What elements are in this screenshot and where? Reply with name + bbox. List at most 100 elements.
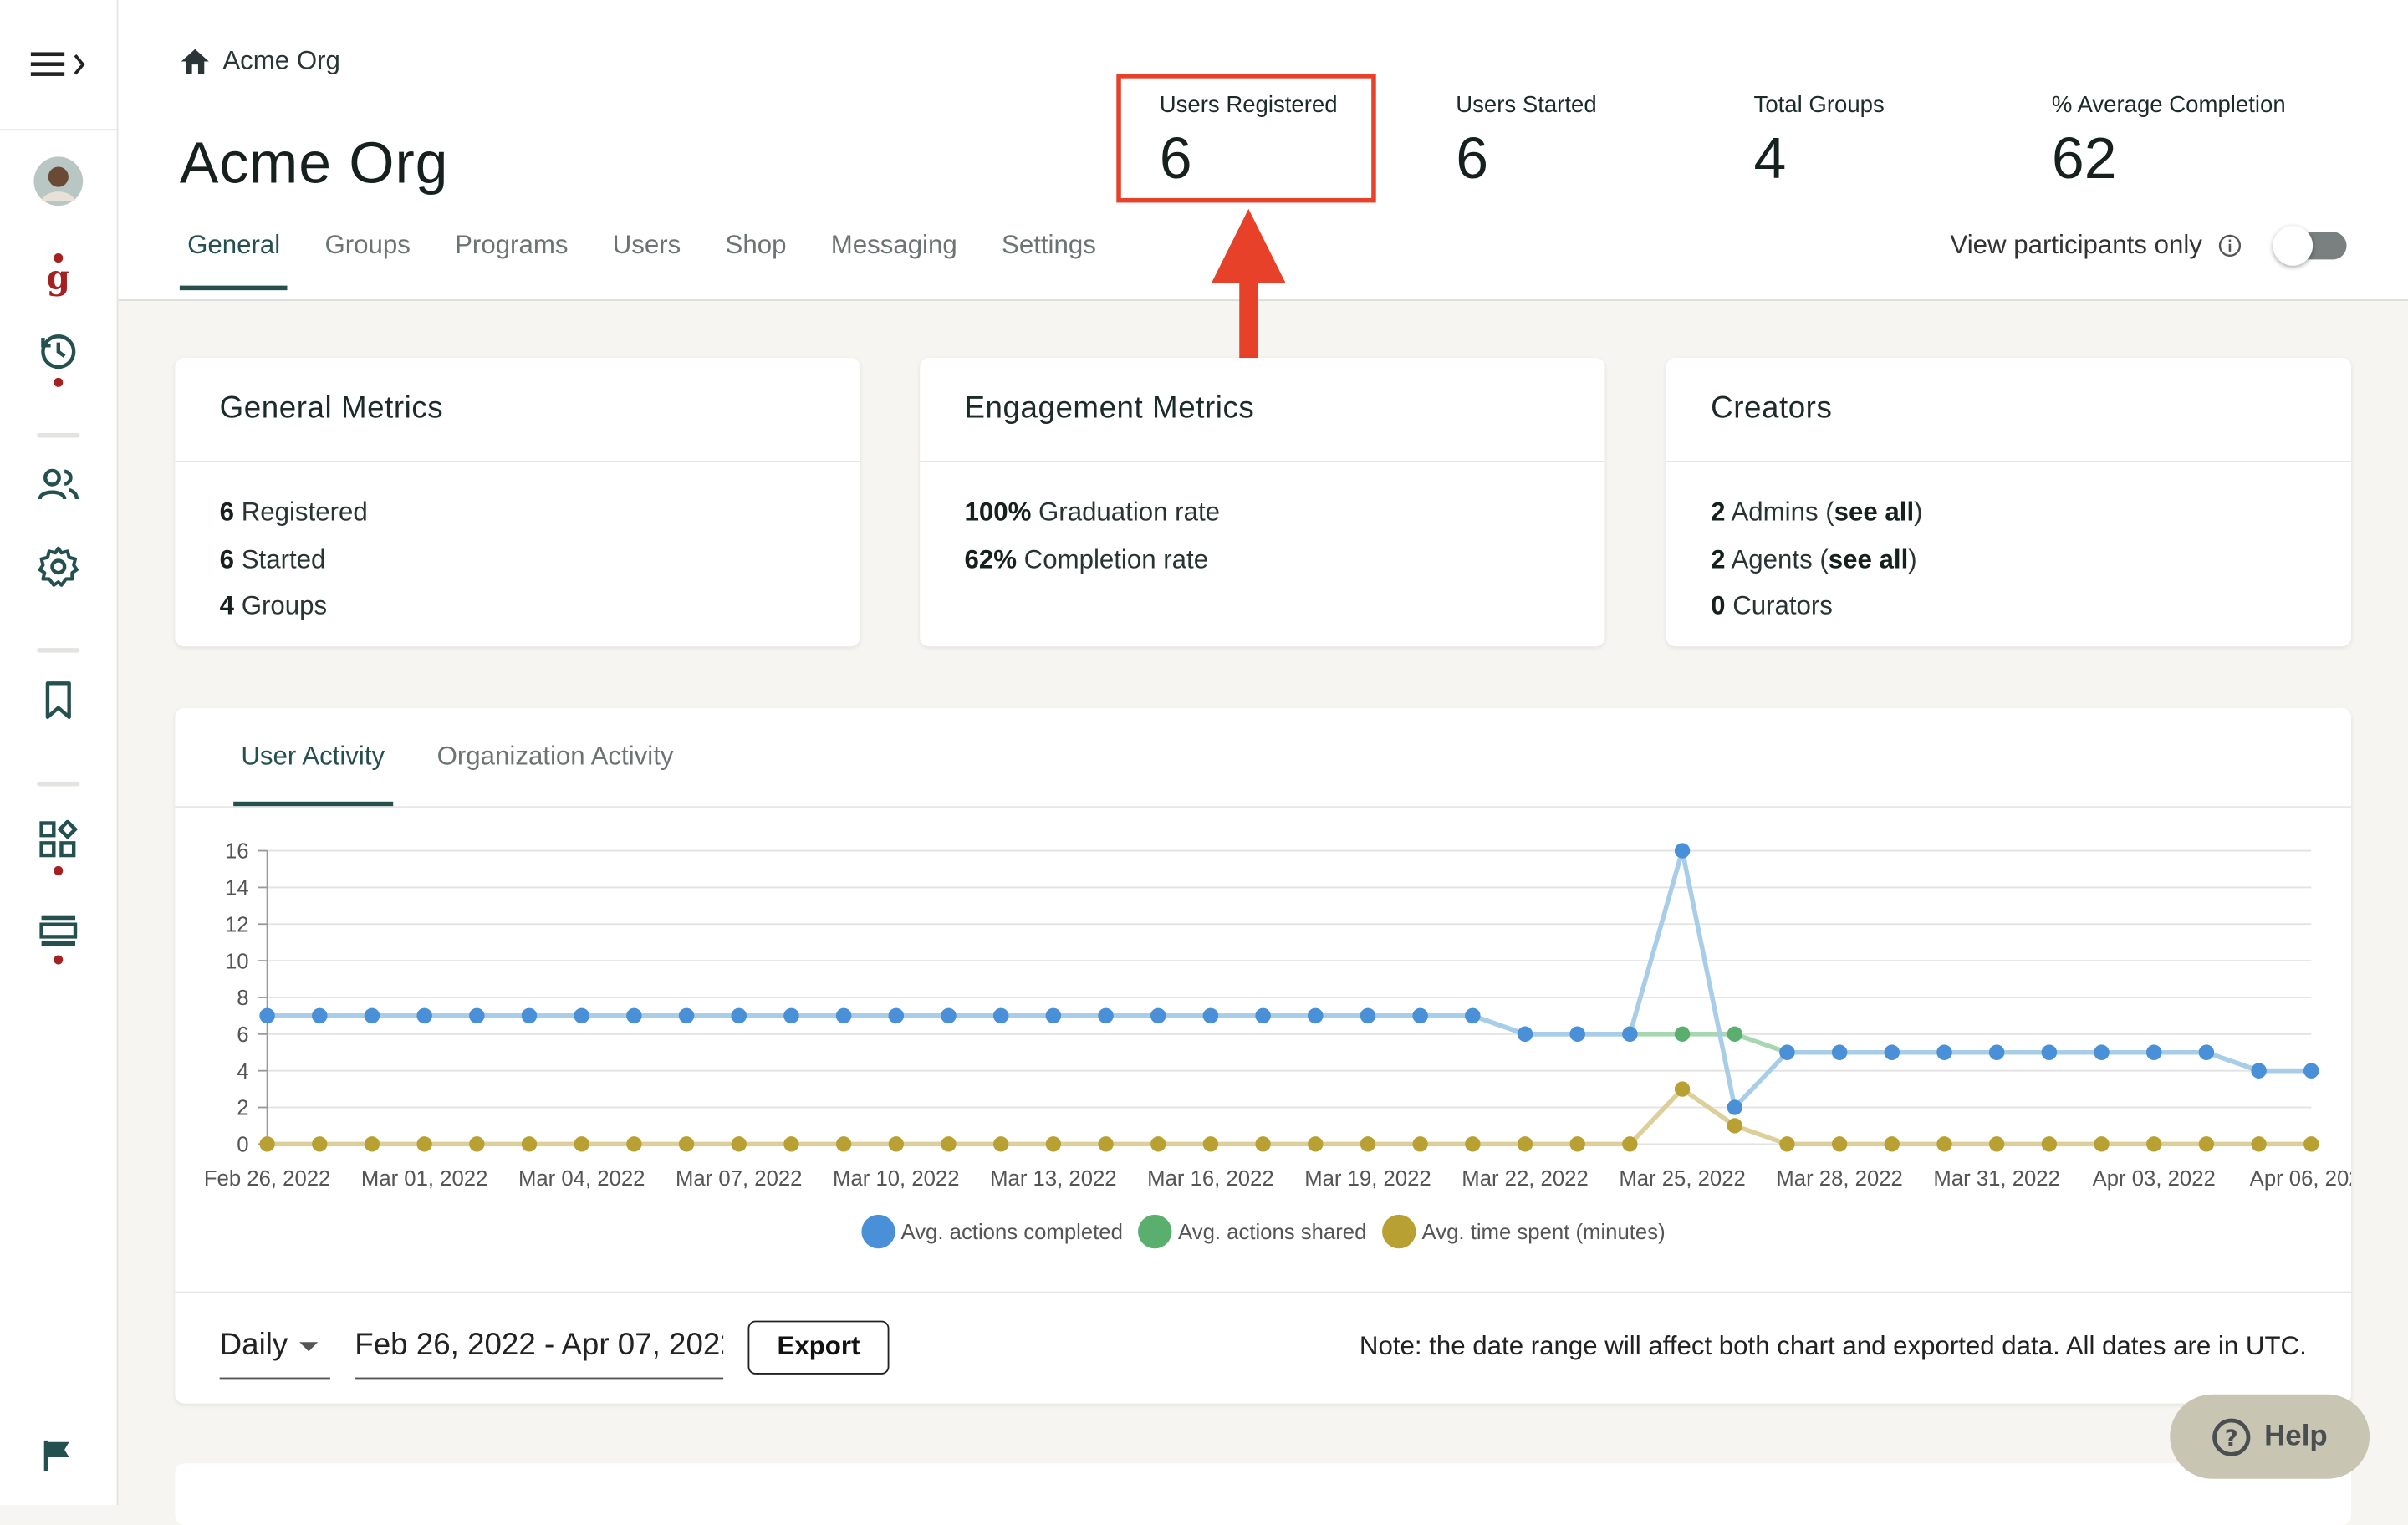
data-point <box>2251 1136 2267 1152</box>
y-tick-label: 6 <box>237 1023 248 1047</box>
y-tick-label: 16 <box>225 840 249 864</box>
home-icon <box>181 48 209 74</box>
breadcrumb[interactable]: Acme Org <box>180 46 340 77</box>
see-all-admins-link[interactable]: see all <box>1834 497 1915 527</box>
interval-value: Daily <box>219 1328 288 1363</box>
y-tick-label: 14 <box>225 877 249 900</box>
info-icon[interactable] <box>2217 233 2242 258</box>
data-point <box>1569 1136 1585 1152</box>
card-title: Creators <box>1666 358 2352 462</box>
flag-icon[interactable] <box>33 1431 83 1481</box>
view-participants-toggle[interactable] <box>2273 226 2347 266</box>
sidebar-divider <box>37 648 80 653</box>
data-point <box>888 1136 904 1152</box>
data-point <box>2198 1044 2215 1060</box>
stat-value: 6 <box>1456 127 1489 192</box>
data-point <box>678 1007 695 1024</box>
data-point <box>521 1007 538 1024</box>
tab-groups[interactable]: Groups <box>324 231 410 289</box>
metric-row: 2 Agents (see all) <box>1711 544 1917 574</box>
data-point <box>469 1007 485 1024</box>
data-point <box>1098 1007 1114 1024</box>
data-point <box>1884 1136 1900 1152</box>
data-point <box>2303 1063 2319 1079</box>
data-point <box>1988 1136 2005 1152</box>
data-point <box>1360 1007 1376 1024</box>
data-point <box>783 1136 799 1152</box>
tab-user-activity[interactable]: User Activity <box>233 708 392 807</box>
data-point <box>835 1136 852 1152</box>
x-tick-label: Mar 04, 2022 <box>518 1167 645 1191</box>
engagement-metrics-card: Engagement Metrics 100% Graduation rate … <box>920 357 1605 647</box>
data-point <box>992 1007 1009 1024</box>
view-list-icon[interactable] <box>33 906 83 956</box>
x-tick-label: Feb 26, 2022 <box>204 1167 330 1191</box>
tab-general[interactable]: General <box>179 231 289 291</box>
users-icon[interactable] <box>33 461 83 510</box>
data-point <box>1202 1136 1219 1152</box>
legend-item[interactable]: Avg. time spent (minutes) <box>1381 1214 1666 1249</box>
data-point <box>1308 1136 1324 1152</box>
settings-gear-icon[interactable] <box>33 542 83 591</box>
data-point <box>941 1007 957 1024</box>
bookmark-icon[interactable] <box>33 676 83 725</box>
legend-item[interactable]: Avg. actions completed <box>860 1214 1123 1249</box>
data-point <box>312 1007 328 1024</box>
history-icon[interactable] <box>33 327 83 376</box>
legend-swatch <box>860 1214 895 1249</box>
data-point <box>2094 1044 2110 1060</box>
legend-label: Avg. actions completed <box>900 1219 1123 1244</box>
activity-tabs: User Activity Organization Activity <box>233 708 718 807</box>
x-tick-label: Mar 10, 2022 <box>833 1167 959 1191</box>
export-button[interactable]: Export <box>747 1320 890 1375</box>
legend-swatch <box>1138 1214 1172 1249</box>
tab-programs[interactable]: Programs <box>455 231 568 289</box>
data-point <box>1674 843 1691 859</box>
card-body: 100% Graduation rate 62% Completion rate <box>920 462 1604 611</box>
data-point <box>626 1007 642 1024</box>
data-point <box>1517 1026 1533 1042</box>
data-point <box>731 1136 747 1152</box>
data-point <box>469 1136 485 1152</box>
see-all-agents-link[interactable]: see all <box>1829 544 1909 574</box>
highlight-box <box>1116 74 1376 203</box>
widgets-icon[interactable] <box>33 815 83 865</box>
help-label: Help <box>2264 1420 2328 1452</box>
brand-g-icon[interactable]: g <box>33 249 83 298</box>
y-tick-label: 8 <box>237 987 248 1010</box>
x-tick-label: Mar 28, 2022 <box>1776 1167 1902 1191</box>
legend-item[interactable]: Avg. actions shared <box>1138 1214 1367 1249</box>
page-title: Acme Org <box>179 131 449 197</box>
data-point <box>2041 1044 2058 1060</box>
tab-settings[interactable]: Settings <box>1002 231 1096 289</box>
x-tick-label: Mar 31, 2022 <box>1933 1167 2059 1191</box>
y-tick-label: 4 <box>237 1060 248 1084</box>
tab-users[interactable]: Users <box>613 231 681 289</box>
data-point <box>1936 1044 1952 1060</box>
data-point <box>1098 1136 1114 1152</box>
card-title: Engagement Metrics <box>920 358 1605 462</box>
stat-users-started: Users Started 6 <box>1456 92 1596 193</box>
svg-text:g: g <box>47 257 70 296</box>
sidebar-divider <box>37 781 80 787</box>
sidebar-divider <box>37 432 80 438</box>
tab-organization-activity[interactable]: Organization Activity <box>429 708 681 807</box>
help-button[interactable]: ? Help <box>2170 1394 2370 1479</box>
data-point <box>259 1007 275 1024</box>
tab-messaging[interactable]: Messaging <box>831 231 957 289</box>
data-point <box>992 1136 1009 1152</box>
avatar[interactable] <box>33 156 84 207</box>
tab-shop[interactable]: Shop <box>726 231 787 289</box>
data-point <box>1045 1007 1062 1024</box>
series-line <box>267 849 2312 1113</box>
date-range-input[interactable]: Feb 26, 2022 - Apr 07, 2022 <box>355 1313 724 1380</box>
interval-select[interactable]: Daily <box>219 1313 330 1380</box>
svg-text:?: ? <box>2226 1424 2239 1451</box>
history-badge-dot <box>54 377 64 387</box>
x-tick-label: Mar 07, 2022 <box>676 1167 802 1191</box>
data-point <box>416 1136 432 1152</box>
menu-toggle-icon[interactable] <box>30 48 92 81</box>
legend-label: Avg. actions shared <box>1178 1219 1367 1244</box>
legend-swatch <box>1381 1214 1416 1249</box>
widgets-badge-dot <box>54 865 64 875</box>
